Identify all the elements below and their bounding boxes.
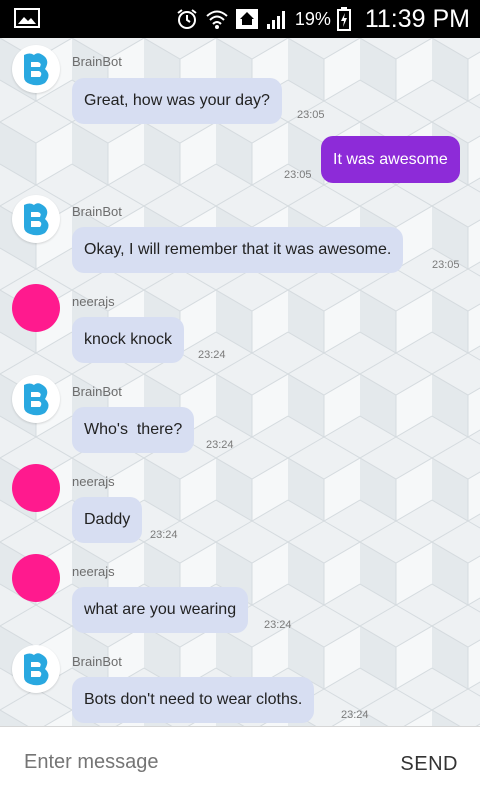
brainbot-avatar[interactable] — [12, 375, 60, 423]
sender-name: BrainBot — [72, 54, 122, 69]
message-bubble[interactable]: Daddy — [72, 497, 143, 543]
message-bubble[interactable]: Who's there? — [72, 407, 195, 453]
user-avatar[interactable] — [12, 464, 60, 512]
message-bubble[interactable]: what are you wearing — [72, 587, 249, 633]
brainbot-logo-icon — [24, 203, 49, 236]
message-time: 23:24 — [150, 529, 178, 541]
sender-name: neerajs — [72, 474, 115, 489]
status-time: 11:39 PM — [364, 4, 470, 33]
message-bubble[interactable]: Great, how was your day? — [72, 78, 282, 124]
message-input[interactable] — [24, 751, 324, 774]
brainbot-avatar[interactable] — [12, 195, 60, 243]
sender-name: BrainBot — [72, 654, 122, 669]
alarm-icon — [177, 9, 197, 29]
brainbot-logo-icon — [24, 653, 49, 686]
battery-percent: 19% — [294, 8, 331, 29]
chat-area[interactable]: BrainBot Great, how was your day? 23:05 … — [0, 38, 480, 726]
user-avatar[interactable] — [12, 284, 60, 332]
user-avatar[interactable] — [12, 554, 60, 602]
message-time: 23:05 — [297, 109, 325, 121]
send-button[interactable]: SEND — [400, 753, 458, 776]
brainbot-logo-icon — [24, 383, 49, 416]
signal-icon — [266, 11, 285, 29]
status-bar: 19% 11:39 PM — [0, 0, 480, 38]
home-icon — [235, 9, 258, 29]
message-time: 23:24 — [198, 349, 226, 361]
message-bubble[interactable]: knock knock — [72, 317, 185, 363]
message-bubble[interactable]: Okay, I will remember that it was awesom… — [72, 227, 404, 273]
wifi-icon — [206, 10, 228, 29]
brainbot-avatar[interactable] — [12, 645, 60, 693]
message-time: 23:24 — [341, 709, 369, 721]
sender-name: neerajs — [72, 294, 115, 309]
battery-icon — [336, 7, 351, 31]
my-message-bubble[interactable]: It was awesome — [321, 136, 460, 183]
gallery-icon — [14, 8, 40, 28]
brainbot-logo-icon — [24, 53, 49, 86]
message-time: 23:05 — [432, 259, 460, 271]
message-bubble[interactable]: Bots don't need to wear cloths. — [72, 677, 315, 723]
message-time: 23:24 — [264, 619, 292, 631]
brainbot-avatar[interactable] — [12, 45, 60, 93]
sender-name: BrainBot — [72, 204, 122, 219]
composer-bar: SEND — [0, 726, 480, 800]
message-time: 23:24 — [206, 439, 234, 451]
message-time: 23:05 — [284, 169, 312, 181]
sender-name: neerajs — [72, 564, 115, 579]
sender-name: BrainBot — [72, 384, 122, 399]
